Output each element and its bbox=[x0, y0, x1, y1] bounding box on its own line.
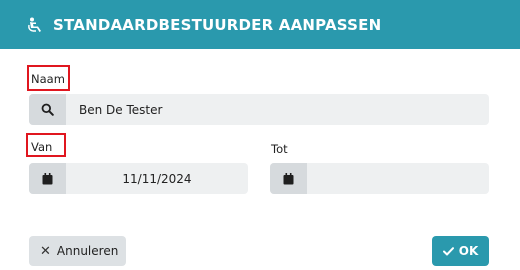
check-icon bbox=[442, 246, 454, 256]
cancel-button[interactable]: ✕ Annuleren bbox=[29, 236, 126, 266]
calendar-icon[interactable] bbox=[29, 163, 66, 194]
van-label: Van bbox=[31, 140, 53, 154]
dialog-header: STANDAARDBESTUURDER AANPASSEN bbox=[0, 0, 520, 49]
ok-button-label: OK bbox=[458, 244, 479, 258]
naam-label: Naam bbox=[31, 72, 65, 86]
naam-input[interactable]: Ben De Tester bbox=[66, 94, 489, 125]
cancel-button-label: Annuleren bbox=[56, 244, 119, 258]
search-icon[interactable] bbox=[29, 94, 66, 125]
tot-label: Tot bbox=[271, 142, 288, 156]
tot-date-field[interactable] bbox=[270, 163, 489, 194]
dialog-title: STANDAARDBESTUURDER AANPASSEN bbox=[53, 15, 382, 34]
tot-date-input[interactable] bbox=[307, 163, 489, 194]
close-icon: ✕ bbox=[40, 243, 51, 259]
van-date-field[interactable]: 11/11/2024 bbox=[29, 163, 248, 194]
ok-button[interactable]: OK bbox=[432, 236, 489, 266]
driver-seat-icon bbox=[27, 17, 43, 33]
naam-field[interactable]: Ben De Tester bbox=[29, 94, 489, 125]
calendar-icon[interactable] bbox=[270, 163, 307, 194]
van-date-input[interactable]: 11/11/2024 bbox=[66, 163, 248, 194]
